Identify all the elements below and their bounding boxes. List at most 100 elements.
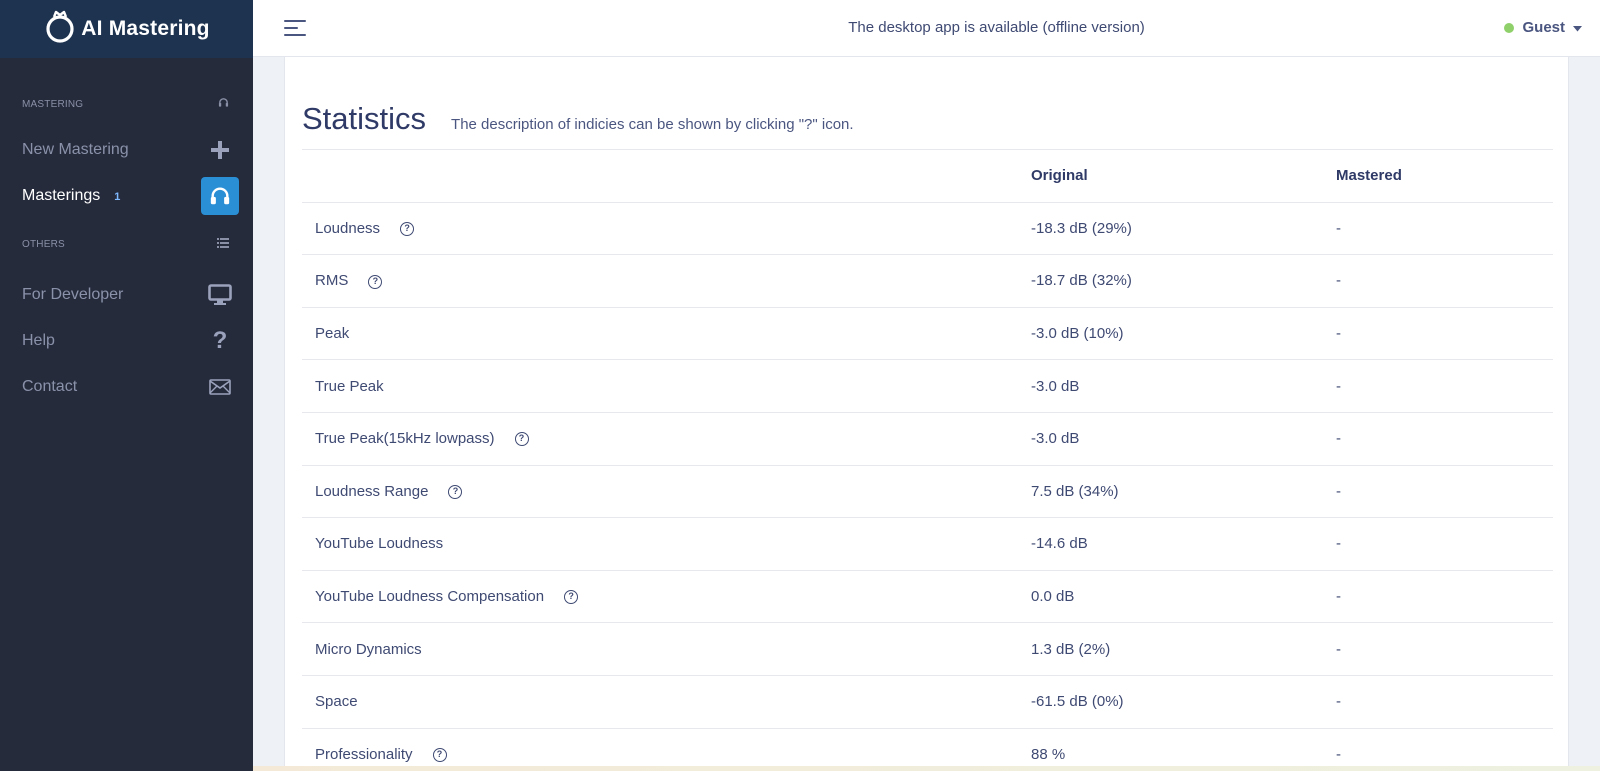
metric-cell: Micro Dynamics [302,622,1031,676]
table-row: Loudness Range? 7.5 dB (34%) - [302,464,1553,518]
metric-label: Loudness [315,219,381,237]
help-question-icon[interactable]: ? [564,590,579,605]
metric-cell: Professionality? [302,727,1031,771]
metric-label: True Peak(15kHz lowpass) [315,430,495,448]
metric-cell: RMS? [302,254,1031,308]
statistics-card: Statistics The description of indicies c… [284,57,1569,771]
metric-cell: True Peak [302,359,1031,413]
desktop-app-notice[interactable]: The desktop app is available (offline ve… [253,19,1600,36]
original-value: -18.7 dB (32%) [1031,254,1336,308]
online-status-dot [1504,22,1515,33]
metric-label: True Peak [315,377,384,395]
section-header-label: OTHERS [22,238,65,250]
sidebar-item-label: New Mastering [22,141,129,158]
original-value: 88 % [1031,727,1336,771]
question-icon: ? [212,327,228,354]
page-title: Statistics [302,101,427,136]
help-question-icon[interactable]: ? [514,432,529,447]
mastered-value: - [1336,254,1553,308]
masterings-count-badge: 1 [114,191,121,203]
metric-label: RMS [315,272,349,290]
help-question-icon[interactable]: ? [400,221,415,236]
table-row: Micro Dynamics 1.3 dB (2%) - [302,622,1553,676]
section-header-others: OTHERS [0,234,253,254]
original-value: 7.5 dB (34%) [1031,464,1336,518]
table-row: Space -61.5 dB (0%) - [302,674,1553,729]
table-row: YouTube Loudness Compensation? 0.0 dB - [302,569,1553,623]
caret-down-icon [1573,19,1582,36]
table-header-row: Original Mastered [302,149,1553,203]
sidebar-item-for-developer[interactable]: For Developer [0,272,253,318]
original-value: 1.3 dB (2%) [1031,622,1336,676]
mastered-value: - [1336,464,1553,518]
metric-label: Micro Dynamics [315,640,422,658]
metric-label: Professionality [315,746,413,764]
topbar: The desktop app is available (offline ve… [253,0,1600,57]
mastered-value: - [1336,201,1553,255]
section-header-label: MASTERING [22,98,84,110]
mastered-value: - [1336,674,1553,729]
help-question-icon[interactable]: ? [368,274,383,289]
original-value: -14.6 dB [1031,517,1336,571]
mastered-value: - [1336,306,1553,360]
headphones-icon [218,97,229,111]
sidebar-item-help[interactable]: Help ? [0,318,253,364]
brand-name: AI Mastering [81,17,210,40]
help-question-icon[interactable]: ? [448,484,463,499]
original-value: -61.5 dB (0%) [1031,674,1336,729]
list-icon [217,237,229,251]
sidebar-item-label: Contact [22,378,78,395]
metric-label: YouTube Loudness Compensation [315,588,545,606]
table-row: Peak -3.0 dB (10%) - [302,306,1553,360]
plus-icon [201,131,239,169]
statistics-header: Statistics The description of indicies c… [302,101,854,137]
metric-cell: Space [302,674,1031,729]
statistics-table: Original Mastered Loudness? -18.3 dB (29%… [302,149,1553,771]
sidebar-item-label: Help [22,332,55,349]
sidebar-item-new-mastering[interactable]: New Mastering [0,127,253,173]
brand-header[interactable]: AI Mastering [0,0,253,58]
mastered-value: - [1336,622,1553,676]
original-value: 0.0 dB [1031,569,1336,623]
metric-cell: Loudness Range? [302,464,1031,518]
column-header-original: Original [1031,149,1336,203]
mastered-value: - [1336,727,1553,771]
sidebar-item-label: For Developer [22,286,124,303]
column-header-metric [302,149,1031,203]
table-row: True Peak(15kHz lowpass)? -3.0 dB - [302,411,1553,466]
metric-cell: Loudness? [302,201,1031,255]
section-header-mastering: MASTERING [0,94,253,114]
table-row: True Peak -3.0 dB - [302,359,1553,413]
user-menu[interactable]: Guest [1504,19,1582,36]
table-row: RMS? -18.7 dB (32%) - [302,254,1553,308]
table-row: YouTube Loudness -14.6 dB - [302,517,1553,571]
metric-label: Loudness Range [315,482,429,500]
original-value: -3.0 dB [1031,411,1336,466]
sidebar-item-masterings[interactable]: Masterings 1 [0,173,253,219]
mastered-value: - [1336,411,1553,466]
mastered-value: - [1336,569,1553,623]
table-row: Professionality? 88 % - [302,727,1553,771]
original-value: -18.3 dB (29%) [1031,201,1336,255]
envelope-icon [201,368,239,406]
original-value: -3.0 dB (10%) [1031,306,1336,360]
bottom-strip [253,766,1600,771]
metric-label: YouTube Loudness [315,535,444,553]
metric-cell: YouTube Loudness Compensation? [302,569,1031,623]
help-question-icon[interactable]: ? [432,748,447,763]
statistics-description: The description of indicies can be shown… [451,116,854,133]
metric-cell: YouTube Loudness [302,517,1031,571]
sidebar-item-label: Masterings [22,187,101,204]
metric-cell: Peak [302,306,1031,360]
logo-icon [43,8,77,50]
user-name: Guest [1522,19,1565,36]
metric-label: Peak [315,325,350,343]
headphones-icon [201,177,239,215]
original-value: -3.0 dB [1031,359,1336,413]
sidebar: AI Mastering MASTERING New Mastering Mas… [0,0,253,771]
sidebar-item-contact[interactable]: Contact [0,364,253,410]
metric-cell: True Peak(15kHz lowpass)? [302,411,1031,466]
column-header-mastered: Mastered [1336,149,1553,203]
monitor-icon [201,276,239,314]
metric-label: Space [315,693,358,711]
